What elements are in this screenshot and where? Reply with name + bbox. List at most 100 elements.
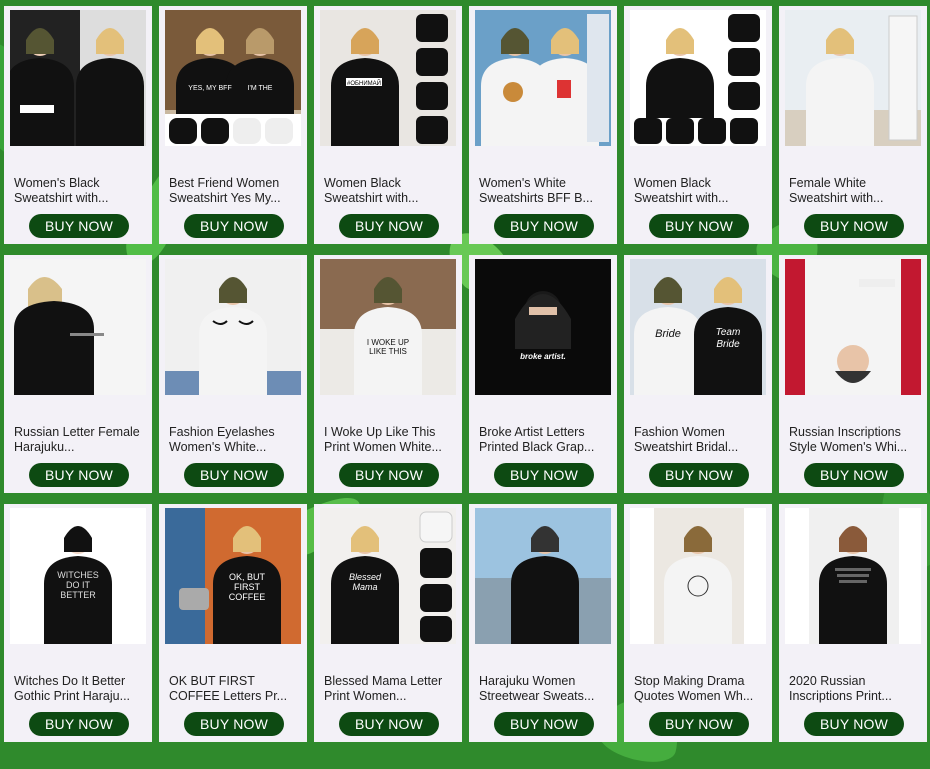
product-title-text[interactable]: Russian Letter Female Harajuku... <box>14 425 142 455</box>
buy-now-button[interactable]: BUY NOW <box>339 463 439 487</box>
product-card[interactable]: I WOKE UP LIKE THIS I Woke Up Like This Pr… <box>314 255 462 493</box>
product-title[interactable]: Women Black Sweatshirt with... <box>324 176 452 206</box>
buy-now-button[interactable]: BUY NOW <box>29 463 129 487</box>
product-card[interactable]: OK, BUT FIRST COFFEE OK BUT FIRST COFFEE Le… <box>159 504 307 742</box>
product-title-text[interactable]: Russian Inscriptions Style Women's Whi..… <box>789 425 917 455</box>
svg-text:Team: Team <box>716 327 741 338</box>
product-card[interactable]: Blessed Mama Blessed Mama Letter Print Wom… <box>314 504 462 742</box>
buy-now-button[interactable]: BUY NOW <box>339 214 439 238</box>
product-title-text[interactable]: Fashion Women Sweatshirt Bridal... <box>634 425 762 455</box>
product-title-text[interactable]: Female White Sweatshirt with... <box>789 176 917 206</box>
product-title[interactable]: Broke Artist Letters Printed Black Grap.… <box>479 425 607 455</box>
product-title-text[interactable]: Stop Making Drama Quotes Women Wh... <box>634 674 762 704</box>
product-image[interactable] <box>630 508 766 644</box>
product-title[interactable]: Russian Inscriptions Style Women's Whi..… <box>789 425 917 455</box>
svg-text:OK, BUT: OK, BUT <box>229 572 266 582</box>
svg-text:LIKE THIS: LIKE THIS <box>369 347 407 356</box>
product-title-text[interactable]: Broke Artist Letters Printed Black Grap.… <box>479 425 607 455</box>
product-title-text[interactable]: Blessed Mama Letter Print Women... <box>324 674 452 704</box>
buy-now-button[interactable]: BUY NOW <box>494 712 594 736</box>
product-card[interactable]: Bride Team Bride Fashion Women Sweatshirt B… <box>624 255 772 493</box>
product-image[interactable] <box>165 259 301 395</box>
product-title[interactable]: I Woke Up Like This Print Women White... <box>324 425 452 455</box>
product-title[interactable]: Witches Do It Better Gothic Print Haraju… <box>14 674 142 704</box>
product-card[interactable]: Female White Sweatshirt with... BUY NOW <box>779 6 927 244</box>
product-card[interactable]: Fashion Eyelashes Women's White... BUY NO… <box>159 255 307 493</box>
product-card[interactable]: Women Black Sweatshirt with... BUY NOW <box>624 6 772 244</box>
product-title[interactable]: 2020 Russian Inscriptions Print... <box>789 674 917 704</box>
product-title[interactable]: Best Friend Women Sweatshirt Yes My... <box>169 176 297 206</box>
product-card[interactable]: Russian Inscriptions Style Women's Whi..… <box>779 255 927 493</box>
product-image[interactable]: broke artist. <box>475 259 611 395</box>
product-title-text[interactable]: Witches Do It Better Gothic Print Haraju… <box>14 674 142 704</box>
buy-now-button[interactable]: BUY NOW <box>29 214 129 238</box>
product-image[interactable] <box>785 10 921 146</box>
buy-now-button[interactable]: BUY NOW <box>494 214 594 238</box>
product-card[interactable]: Women's White Sweatshirts BFF B... BUY NO… <box>469 6 617 244</box>
svg-text:DO IT: DO IT <box>66 580 91 590</box>
product-card[interactable]: 2020 Russian Inscriptions Print... BUY NO… <box>779 504 927 742</box>
product-title-text[interactable]: I Woke Up Like This Print Women White... <box>324 425 452 455</box>
product-title-text[interactable]: Harajuku Women Streetwear Sweats... <box>479 674 607 704</box>
product-card[interactable]: broke artist. Broke Artist Letters Printe… <box>469 255 617 493</box>
product-card[interactable]: YES, MY BFF I'M THE Best Friend Women Swea… <box>159 6 307 244</box>
product-image[interactable] <box>785 508 921 644</box>
product-title[interactable]: Women's Black Sweatshirt with... <box>14 176 142 206</box>
product-card[interactable]: WITCHES DO IT BETTER Witches Do It Better G… <box>4 504 152 742</box>
product-title-text[interactable]: Women Black Sweatshirt with... <box>324 176 452 206</box>
svg-text:BETTER: BETTER <box>60 590 96 600</box>
product-image[interactable] <box>10 259 146 395</box>
buy-now-button[interactable]: BUY NOW <box>804 214 904 238</box>
buy-now-button[interactable]: BUY NOW <box>184 712 284 736</box>
svg-text:Mama: Mama <box>352 582 377 592</box>
product-title[interactable]: Harajuku Women Streetwear Sweats... <box>479 674 607 704</box>
buy-now-button[interactable]: BUY NOW <box>184 463 284 487</box>
product-title[interactable]: Women Black Sweatshirt with... <box>634 176 762 206</box>
product-title-text[interactable]: 2020 Russian Inscriptions Print... <box>789 674 917 704</box>
product-image[interactable] <box>10 10 146 146</box>
product-title-text[interactable]: Women Black Sweatshirt with... <box>634 176 762 206</box>
product-title[interactable]: Fashion Women Sweatshirt Bridal... <box>634 425 762 455</box>
product-card[interactable]: #ОБНИМАЙ Women Black Sweatshirt with... BU… <box>314 6 462 244</box>
product-image[interactable]: YES, MY BFF I'M THE <box>165 10 301 146</box>
product-title-text[interactable]: Fashion Eyelashes Women's White... <box>169 425 297 455</box>
product-title-text[interactable]: Women's Black Sweatshirt with... <box>14 176 142 206</box>
buy-now-button[interactable]: BUY NOW <box>494 463 594 487</box>
product-image[interactable]: I WOKE UP LIKE THIS <box>320 259 456 395</box>
product-image[interactable]: WITCHES DO IT BETTER <box>10 508 146 644</box>
product-title-text[interactable]: Women's White Sweatshirts BFF B... <box>479 176 607 206</box>
product-image[interactable]: Bride Team Bride <box>630 259 766 395</box>
product-title[interactable]: Fashion Eyelashes Women's White... <box>169 425 297 455</box>
product-title[interactable]: Blessed Mama Letter Print Women... <box>324 674 452 704</box>
product-image[interactable] <box>475 508 611 644</box>
product-title[interactable]: Women's White Sweatshirts BFF B... <box>479 176 607 206</box>
buy-now-button[interactable]: BUY NOW <box>804 712 904 736</box>
product-card[interactable]: Stop Making Drama Quotes Women Wh... BUY … <box>624 504 772 742</box>
product-title-text[interactable]: OK BUT FIRST COFFEE Letters Pr... <box>169 674 297 704</box>
svg-text:FIRST: FIRST <box>234 582 261 592</box>
product-card[interactable]: Russian Letter Female Harajuku... BUY NOW <box>4 255 152 493</box>
product-title[interactable]: OK BUT FIRST COFFEE Letters Pr... <box>169 674 297 704</box>
product-image[interactable] <box>785 259 921 395</box>
buy-now-button[interactable]: BUY NOW <box>649 214 749 238</box>
product-title-text[interactable]: Best Friend Women Sweatshirt Yes My... <box>169 176 297 206</box>
buy-now-button[interactable]: BUY NOW <box>339 712 439 736</box>
buy-now-button[interactable]: BUY NOW <box>804 463 904 487</box>
svg-text:Blessed: Blessed <box>349 572 382 582</box>
product-image[interactable]: Blessed Mama <box>320 508 456 644</box>
product-title[interactable]: Stop Making Drama Quotes Women Wh... <box>634 674 762 704</box>
product-title[interactable]: Russian Letter Female Harajuku... <box>14 425 142 455</box>
buy-now-button[interactable]: BUY NOW <box>29 712 129 736</box>
buy-now-button[interactable]: BUY NOW <box>649 712 749 736</box>
product-image[interactable]: OK, BUT FIRST COFFEE <box>165 508 301 644</box>
product-card[interactable]: Women's Black Sweatshirt with... BUY NOW <box>4 6 152 244</box>
product-image[interactable] <box>475 10 611 146</box>
product-image[interactable] <box>630 10 766 146</box>
product-image[interactable]: #ОБНИМАЙ <box>320 10 456 146</box>
buy-now-button[interactable]: BUY NOW <box>649 463 749 487</box>
svg-text:broke artist.: broke artist. <box>520 352 566 361</box>
product-title[interactable]: Female White Sweatshirt with... <box>789 176 917 206</box>
product-card[interactable]: Harajuku Women Streetwear Sweats... BUY N… <box>469 504 617 742</box>
product-grid: Women's Black Sweatshirt with... BUY NOW Y… <box>0 0 930 747</box>
buy-now-button[interactable]: BUY NOW <box>184 214 284 238</box>
